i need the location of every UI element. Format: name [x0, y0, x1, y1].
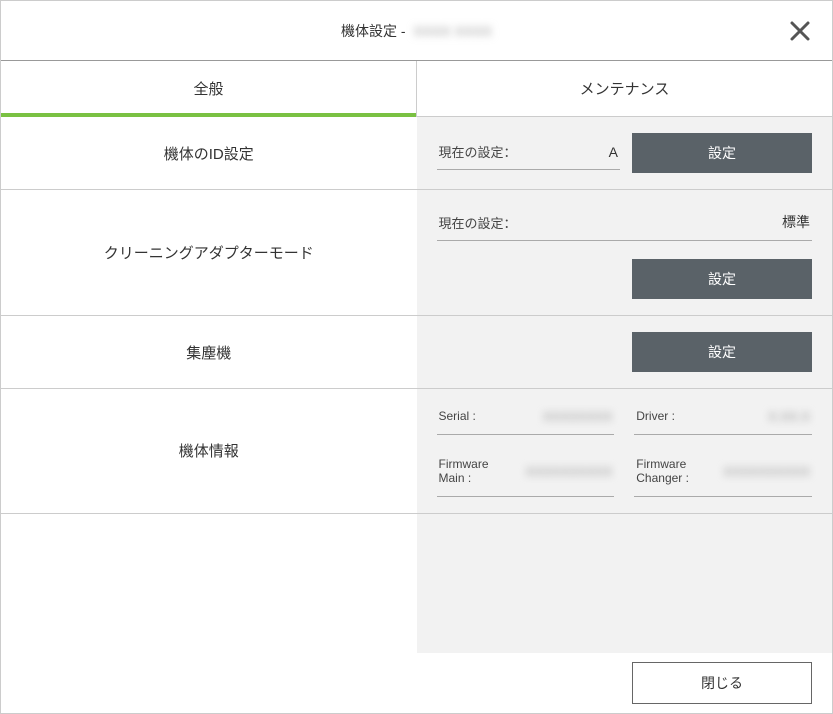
info-fw-main-label: Firmware Main : [439, 457, 518, 486]
filler-panel [1, 514, 832, 653]
machine-id-set-button[interactable]: 設定 [632, 133, 812, 173]
title-model-name: XXXX XXXX [413, 23, 492, 39]
tab-maintenance[interactable]: メンテナンス [417, 61, 832, 116]
tab-bar: 全般 メンテナンス [1, 61, 832, 117]
title-prefix: 機体設定 - [341, 23, 409, 39]
cleaning-button-wrap: 設定 [437, 259, 813, 299]
machine-id-current-label: 現在の設定： [439, 142, 517, 161]
info-fw-changer: Firmware Changer : XXXXXXXXXX [634, 453, 812, 497]
tab-maintenance-label: メンテナンス [580, 78, 670, 99]
row-cleaning-adapter: クリーニングアダプターモード 現在の設定： 標準 設定 [1, 190, 832, 316]
cleaning-current-value: 標準 [782, 212, 810, 232]
cleaning-current-field: 現在の設定： 標準 [437, 206, 813, 241]
machine-id-label: 機体のID設定 [1, 117, 417, 189]
info-driver-value: X.XX.X [768, 409, 810, 424]
machine-id-setting-line: 現在の設定： A 設定 [437, 133, 813, 173]
dust-collector-label: 集塵機 [1, 316, 417, 388]
filler-left [1, 514, 417, 653]
close-icon[interactable] [788, 19, 812, 43]
info-fw-main: Firmware Main : XXXXXXXXXX [437, 453, 615, 497]
cleaning-adapter-body: 現在の設定： 標準 設定 [417, 190, 833, 315]
info-fw-changer-label: Firmware Changer : [636, 457, 715, 486]
machine-info-body: Serial : XXXXXXXX Driver : X.XX.X Firmwa… [417, 389, 833, 513]
tab-general-label: 全般 [193, 78, 223, 99]
dialog-title: 機体設定 - XXXX XXXX [341, 21, 492, 41]
info-serial: Serial : XXXXXXXX [437, 405, 615, 435]
machine-id-current-value: A [609, 144, 618, 160]
row-machine-id: 機体のID設定 現在の設定： A 設定 [1, 117, 832, 190]
machine-id-body: 現在の設定： A 設定 [417, 117, 833, 189]
machine-info-label: 機体情報 [1, 389, 417, 513]
row-machine-info: 機体情報 Serial : XXXXXXXX Driver : X.XX.X F… [1, 389, 832, 514]
dust-collector-body: 設定 [417, 316, 833, 388]
info-serial-value: XXXXXXXX [543, 409, 612, 424]
info-driver-label: Driver : [636, 409, 675, 423]
content-area: 機体のID設定 現在の設定： A 設定 クリーニングアダプターモード 現在の設定… [1, 117, 832, 653]
info-fw-changer-value: XXXXXXXXXX [723, 464, 810, 479]
dialog-footer: 閉じる [1, 653, 832, 713]
cleaning-adapter-label: クリーニングアダプターモード [1, 190, 417, 315]
dust-set-button[interactable]: 設定 [632, 332, 812, 372]
tab-general[interactable]: 全般 [1, 61, 417, 116]
dialog-header: 機体設定 - XXXX XXXX [1, 1, 832, 61]
row-dust-collector: 集塵機 設定 [1, 316, 832, 389]
info-fw-main-value: XXXXXXXXXX [526, 464, 613, 479]
dust-button-wrap: 設定 [437, 332, 813, 372]
info-serial-label: Serial : [439, 409, 476, 423]
filler-right [417, 514, 833, 653]
machine-info-grid: Serial : XXXXXXXX Driver : X.XX.X Firmwa… [437, 405, 813, 497]
cleaning-set-button[interactable]: 設定 [632, 259, 812, 299]
machine-id-current-field: 現在の設定： A [437, 136, 621, 170]
cleaning-current-label: 現在の設定： [439, 213, 517, 232]
close-button[interactable]: 閉じる [632, 662, 812, 704]
info-driver: Driver : X.XX.X [634, 405, 812, 435]
